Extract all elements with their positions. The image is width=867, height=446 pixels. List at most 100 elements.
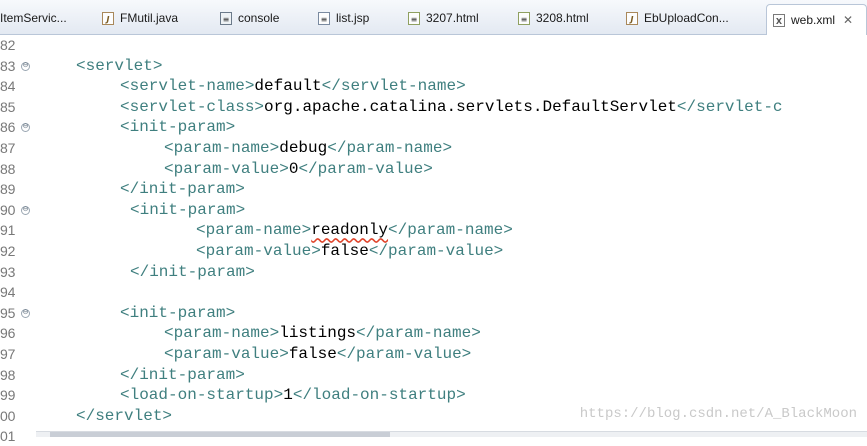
code-text: </init-param> <box>130 262 255 282</box>
code-text: <servlet> <box>76 56 162 76</box>
java-file-icon: J <box>626 11 638 25</box>
code-text: <param-value>false</param-value> <box>164 344 471 364</box>
code-text: <load-on-startup>1</load-on-startup> <box>120 385 466 405</box>
code-text: <servlet-class>org.apache.catalina.servl… <box>120 97 783 117</box>
code-text: <param-name>debug</param-name> <box>164 138 452 158</box>
xml-tag: <param-value> <box>164 159 289 178</box>
xml-tag: </servlet> <box>76 406 173 425</box>
code-line[interactable]: 99 <load-on-startup>1</load-on-startup> <box>0 385 867 405</box>
code-line[interactable]: 96 <param-name>listings</param-name> <box>0 323 867 343</box>
console-file-icon: ≡ <box>220 11 232 25</box>
xml-tag: <param-name> <box>164 324 280 343</box>
tab-item-service[interactable]: ItemServic... <box>0 4 82 32</box>
xml-tag: </servlet-name> <box>321 77 466 96</box>
xml-tag: </param-value> <box>336 345 472 363</box>
xml-tag: <param-value> <box>196 242 321 260</box>
line-number: 87 <box>0 140 16 156</box>
tab-label: FMutil.java <box>120 11 179 25</box>
java-file-icon: J <box>102 11 114 25</box>
xml-tag: </servlet-c <box>676 97 783 116</box>
tag-content: false <box>320 242 369 260</box>
xml-tag: <param-name> <box>164 139 280 157</box>
tag-content: debug <box>279 139 328 157</box>
code-line[interactable]: 89 </init-param> <box>0 179 867 199</box>
code-line[interactable]: 93 </init-param> <box>0 262 867 282</box>
watermark-text: https://blog.csdn.net/A_BlackMoon <box>579 406 857 422</box>
html-file-icon: ≡ <box>408 11 420 25</box>
xml-tag: </param-name> <box>356 324 481 343</box>
xml-tag: <init-param> <box>120 118 236 137</box>
code-text: </init-param> <box>120 365 245 385</box>
tag-content: org.apache.catalina.servlets.DefaultServ… <box>264 97 677 116</box>
code-text: <param-value>0</param-value> <box>164 159 433 179</box>
line-number: 93 <box>0 263 16 280</box>
tab-fmutil-java[interactable]: J FMutil.java <box>102 4 202 32</box>
tab-label: list.jsp <box>336 11 370 25</box>
xml-tag: <param-value> <box>164 345 289 363</box>
line-number: 89 <box>0 181 16 198</box>
xml-tag: </param-value> <box>298 159 433 178</box>
code-text: <param-name>listings</param-name> <box>164 323 481 343</box>
close-tab-icon[interactable]: ✕ <box>843 13 853 27</box>
xml-tag: <param-name> <box>196 221 312 240</box>
line-number: 99 <box>0 387 16 404</box>
line-number: 94 <box>0 284 16 301</box>
code-line[interactable]: 97 <param-value>false</param-value> <box>0 344 867 364</box>
code-line[interactable]: 88 <param-value>0</param-value> <box>0 159 867 179</box>
code-line[interactable]: 95 ⊖ <init-param> <box>0 303 867 323</box>
tag-content: default <box>254 77 322 96</box>
code-line[interactable]: 98 </init-param> <box>0 365 867 385</box>
editor-tab-bar: ItemServic... J FMutil.java ≡ console ≡ … <box>0 0 867 35</box>
line-number: 82 <box>0 37 16 53</box>
code-text: <init-param> <box>130 200 245 220</box>
xml-tag: <init-param> <box>120 303 236 322</box>
code-line[interactable]: 83 ⊖ <servlet> <box>0 56 867 76</box>
code-line[interactable]: 92 <param-value>false</param-value> <box>0 241 867 261</box>
horizontal-scrollbar[interactable] <box>36 431 867 437</box>
code-line[interactable]: 91 <param-name>readonly</param-name> <box>0 220 867 240</box>
line-number: 85 <box>0 98 16 115</box>
code-text: <servlet-name>default</servlet-name> <box>120 76 466 96</box>
code-line[interactable]: 87 <param-name>debug</param-name> <box>0 138 867 158</box>
xml-tag: </param-name> <box>327 139 453 157</box>
tab-console[interactable]: ≡ console <box>220 4 310 32</box>
code-text: </init-param> <box>120 179 245 199</box>
xml-tag: <servlet-class> <box>120 97 265 116</box>
fold-toggle-icon[interactable]: ⊖ <box>21 308 30 318</box>
xml-tag: </init-param> <box>120 180 245 199</box>
xml-tag: <init-param> <box>130 200 246 219</box>
line-number: 84 <box>0 78 16 95</box>
code-line[interactable]: 90 ⊖ <init-param> <box>0 200 867 220</box>
tag-content: 0 <box>288 159 299 178</box>
code-text: <param-value>false</param-value> <box>196 241 503 261</box>
tab-label: 3207.html <box>426 11 479 25</box>
tab-3208-html[interactable]: ≡ 3208.html <box>518 4 613 32</box>
tab-label: web.xml <box>791 13 836 27</box>
tab-list-jsp[interactable]: ≡ list.jsp <box>318 4 398 32</box>
code-editor[interactable]: 82 83 ⊖ <servlet> 84 <servlet-name>default</s… <box>0 35 867 444</box>
xml-tag: </init-param> <box>120 365 245 384</box>
scrollbar-thumb[interactable] <box>50 432 390 437</box>
line-number: 00 <box>0 407 16 424</box>
code-line[interactable]: 94 <box>0 282 867 302</box>
fold-toggle-icon[interactable]: ⊖ <box>21 205 30 215</box>
code-line[interactable]: 84 <servlet-name>default</servlet-name> <box>0 76 867 96</box>
code-line[interactable]: 85 <servlet-class>org.apache.catalina.ser… <box>0 97 867 117</box>
line-number: 91 <box>0 222 16 239</box>
tab-label: EbUploadCon... <box>644 11 729 25</box>
tab-web-xml[interactable]: X web.xml ✕ <box>766 4 867 35</box>
code-line[interactable]: 86 ⊖ <init-param> <box>0 117 867 137</box>
tab-label: console <box>238 11 280 25</box>
line-number: 98 <box>0 366 16 383</box>
code-text: </servlet> <box>76 406 172 426</box>
tab-label: ItemServic... <box>0 11 67 25</box>
tab-ebuploadcon[interactable]: J EbUploadCon... <box>626 4 756 32</box>
xml-tag: <load-on-startup> <box>120 386 284 405</box>
fold-toggle-icon[interactable]: ⊖ <box>21 61 30 71</box>
tag-content: false <box>288 345 337 363</box>
tab-3207-html[interactable]: ≡ 3207.html <box>408 4 503 32</box>
xml-tag: <servlet-name> <box>120 77 255 96</box>
code-line[interactable]: 82 <box>0 35 867 55</box>
xml-tag: </param-value> <box>368 242 504 260</box>
line-number: 92 <box>0 243 16 259</box>
